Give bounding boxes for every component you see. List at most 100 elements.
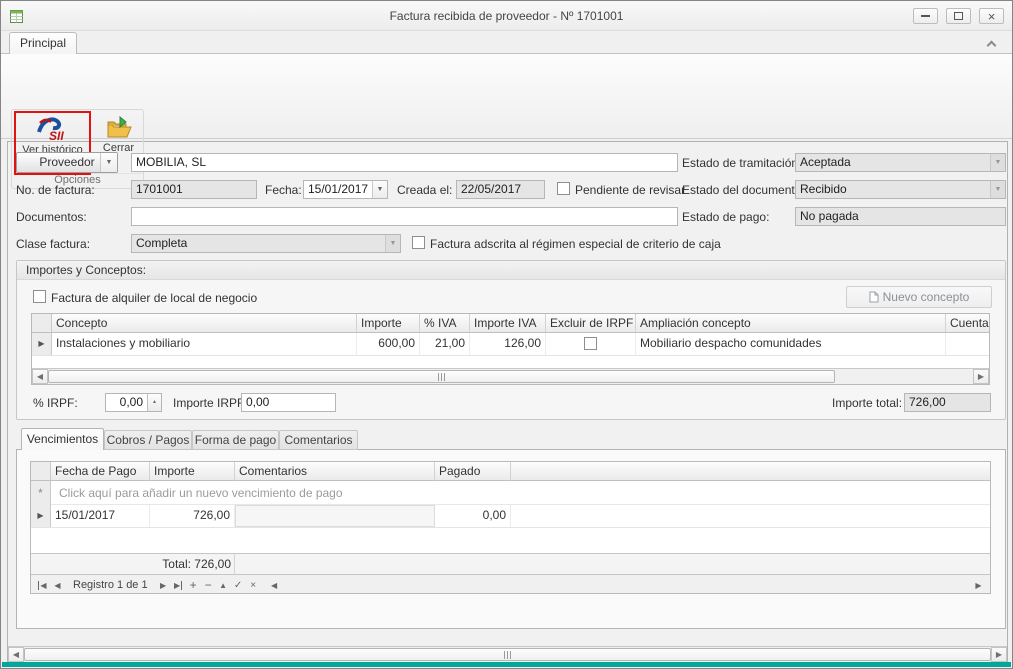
estado-pago-input[interactable]: No pagada bbox=[795, 207, 1006, 226]
cell-pagado[interactable]: 0,00 bbox=[435, 505, 511, 527]
scroll-right-icon[interactable]: ▶ bbox=[971, 578, 986, 593]
new-document-icon bbox=[869, 291, 879, 303]
excluir-irpf-checkbox[interactable] bbox=[584, 337, 597, 350]
cell-ampliacion[interactable]: Mobiliario despacho comunidades bbox=[636, 333, 946, 355]
col-importe-iva[interactable]: Importe IVA bbox=[470, 314, 546, 333]
spin-up-icon[interactable]: ▲ bbox=[148, 394, 161, 412]
col-concepto[interactable]: Concepto bbox=[52, 314, 357, 333]
vencimientos-grid: Fecha de Pago Importe Comentarios Pagado… bbox=[30, 461, 991, 594]
scroll-right-icon[interactable]: ▶ bbox=[973, 369, 989, 384]
grid-indicator-header bbox=[32, 314, 52, 333]
pendiente-revisar-checkbox[interactable] bbox=[557, 182, 570, 195]
ribbon-collapse-button[interactable] bbox=[982, 36, 1000, 51]
alquiler-local-checkbox[interactable] bbox=[33, 290, 46, 303]
scroll-left-icon[interactable]: ◀ bbox=[267, 578, 282, 593]
grid-indicator-header bbox=[31, 462, 51, 481]
append-record-button[interactable]: + bbox=[186, 578, 201, 593]
grip-icon bbox=[504, 651, 512, 659]
col-fecha-pago[interactable]: Fecha de Pago bbox=[51, 462, 150, 481]
documentos-input[interactable] bbox=[131, 207, 678, 226]
restore-icon bbox=[954, 12, 963, 20]
last-record-button[interactable]: ▶ bbox=[171, 578, 186, 593]
prev-record-button[interactable]: ◀ bbox=[50, 578, 65, 593]
scrollbar-thumb[interactable] bbox=[24, 648, 991, 661]
chevron-down-icon[interactable]: ▼ bbox=[385, 235, 400, 252]
col-cuenta[interactable]: Cuenta c bbox=[946, 314, 990, 333]
proveedor-button[interactable]: Proveedor ▼ bbox=[16, 152, 118, 173]
col-ampliacion[interactable]: Ampliación concepto bbox=[636, 314, 946, 333]
ribbon: Opciones SII Ver histórico envíos SII Ce… bbox=[1, 53, 1013, 139]
importe-irpf-label: Importe IRPF: bbox=[173, 396, 248, 410]
tab-principal[interactable]: Principal bbox=[9, 32, 77, 54]
cell-fecha-pago[interactable]: 15/01/2017 bbox=[51, 505, 150, 527]
proveedor-input[interactable]: MOBILIA, SL bbox=[131, 153, 678, 172]
nuevo-concepto-button[interactable]: Nuevo concepto bbox=[846, 286, 992, 308]
cell-concepto[interactable]: Instalaciones y mobiliario bbox=[52, 333, 357, 355]
irpf-label: % IRPF: bbox=[33, 396, 78, 410]
scroll-left-icon[interactable]: ◀ bbox=[32, 369, 48, 384]
no-factura-input[interactable]: 1701001 bbox=[131, 180, 257, 199]
fecha-label: Fecha: bbox=[265, 183, 302, 197]
tab-vencimientos[interactable]: Vencimientos bbox=[21, 428, 104, 450]
clase-factura-select[interactable]: Completa ▼ bbox=[131, 234, 401, 253]
importe-irpf-input[interactable]: 0,00 bbox=[241, 393, 336, 412]
scrollbar-thumb[interactable] bbox=[48, 370, 835, 383]
criterio-caja-checkbox[interactable] bbox=[412, 236, 425, 249]
col-pct-iva[interactable]: % IVA bbox=[420, 314, 470, 333]
proveedor-dropdown-arrow-icon[interactable]: ▼ bbox=[100, 153, 117, 172]
cancel-record-button[interactable]: × bbox=[246, 578, 261, 593]
cell-comentarios[interactable] bbox=[235, 505, 435, 527]
col-importe[interactable]: Importe bbox=[357, 314, 420, 333]
col-filler bbox=[511, 462, 991, 481]
chevron-down-icon[interactable]: ▼ bbox=[990, 154, 1005, 171]
cell-pct-iva[interactable]: 21,00 bbox=[420, 333, 470, 355]
cell-importe[interactable]: 600,00 bbox=[357, 333, 420, 355]
documentos-label: Documentos: bbox=[16, 210, 87, 224]
col-pagado[interactable]: Pagado bbox=[435, 462, 511, 481]
first-record-button[interactable]: ◀ bbox=[35, 578, 50, 593]
minimize-button[interactable] bbox=[913, 8, 938, 24]
fecha-select[interactable]: 15/01/2017 ▼ bbox=[303, 180, 388, 199]
navigator-text: Registro 1 de 1 bbox=[73, 579, 148, 591]
delete-record-button[interactable]: − bbox=[201, 578, 216, 593]
form-hscrollbar: ◀ ▶ bbox=[8, 646, 1007, 662]
row-indicator[interactable]: ▶ bbox=[31, 505, 51, 527]
cell-importe-iva[interactable]: 126,00 bbox=[470, 333, 546, 355]
close-button[interactable]: × bbox=[979, 8, 1004, 24]
commit-record-button[interactable]: ✓ bbox=[231, 578, 246, 593]
cell-importe[interactable]: 726,00 bbox=[150, 505, 235, 527]
estado-documento-select[interactable]: Recibido ▼ bbox=[795, 180, 1006, 199]
estado-tramitacion-select[interactable]: Aceptada ▼ bbox=[795, 153, 1006, 172]
chevron-down-icon[interactable]: ▼ bbox=[372, 181, 387, 198]
conceptos-hscrollbar: ◀ ▶ bbox=[32, 368, 989, 384]
clase-factura-label: Clase factura: bbox=[16, 237, 90, 251]
alquiler-local-label: Factura de alquiler de local de negocio bbox=[51, 291, 257, 305]
col-excluir-irpf[interactable]: Excluir de IRPF bbox=[546, 314, 636, 333]
restore-button[interactable] bbox=[946, 8, 971, 24]
status-strip bbox=[2, 662, 1011, 667]
tab-forma-pago[interactable]: Forma de pago bbox=[192, 430, 279, 450]
footer-total: Total: 726,00 bbox=[51, 554, 235, 574]
edit-record-button[interactable]: ▲ bbox=[216, 578, 231, 593]
next-record-button[interactable]: ▶ bbox=[156, 578, 171, 593]
chevron-down-icon[interactable]: ▼ bbox=[990, 181, 1005, 198]
new-row-hint[interactable]: Click aquí para añadir un nuevo vencimie… bbox=[51, 481, 991, 505]
svg-text:SII: SII bbox=[49, 129, 64, 142]
scroll-right-icon[interactable]: ▶ bbox=[991, 647, 1007, 662]
new-row-indicator-icon: * bbox=[31, 481, 51, 505]
col-comentarios[interactable]: Comentarios bbox=[235, 462, 435, 481]
chevron-up-icon bbox=[986, 40, 996, 50]
irpf-spinner[interactable]: 0,00 ▲▼ bbox=[105, 393, 162, 412]
tab-comentarios[interactable]: Comentarios bbox=[279, 430, 358, 450]
importe-total-input[interactable]: 726,00 bbox=[904, 393, 991, 412]
no-factura-label: No. de factura: bbox=[16, 183, 95, 197]
importe-total-label: Importe total: bbox=[832, 396, 902, 410]
col-importe[interactable]: Importe bbox=[150, 462, 235, 481]
criterio-caja-label: Factura adscrita al régimen especial de … bbox=[430, 237, 721, 251]
creada-el-input[interactable]: 22/05/2017 bbox=[456, 180, 545, 199]
close-icon: × bbox=[988, 10, 996, 23]
estado-tramitacion-label: Estado de tramitación: bbox=[682, 156, 801, 170]
scroll-left-icon[interactable]: ◀ bbox=[8, 647, 24, 662]
tab-cobros-pagos[interactable]: Cobros / Pagos bbox=[104, 430, 192, 450]
row-indicator[interactable]: ▶ bbox=[32, 333, 52, 355]
